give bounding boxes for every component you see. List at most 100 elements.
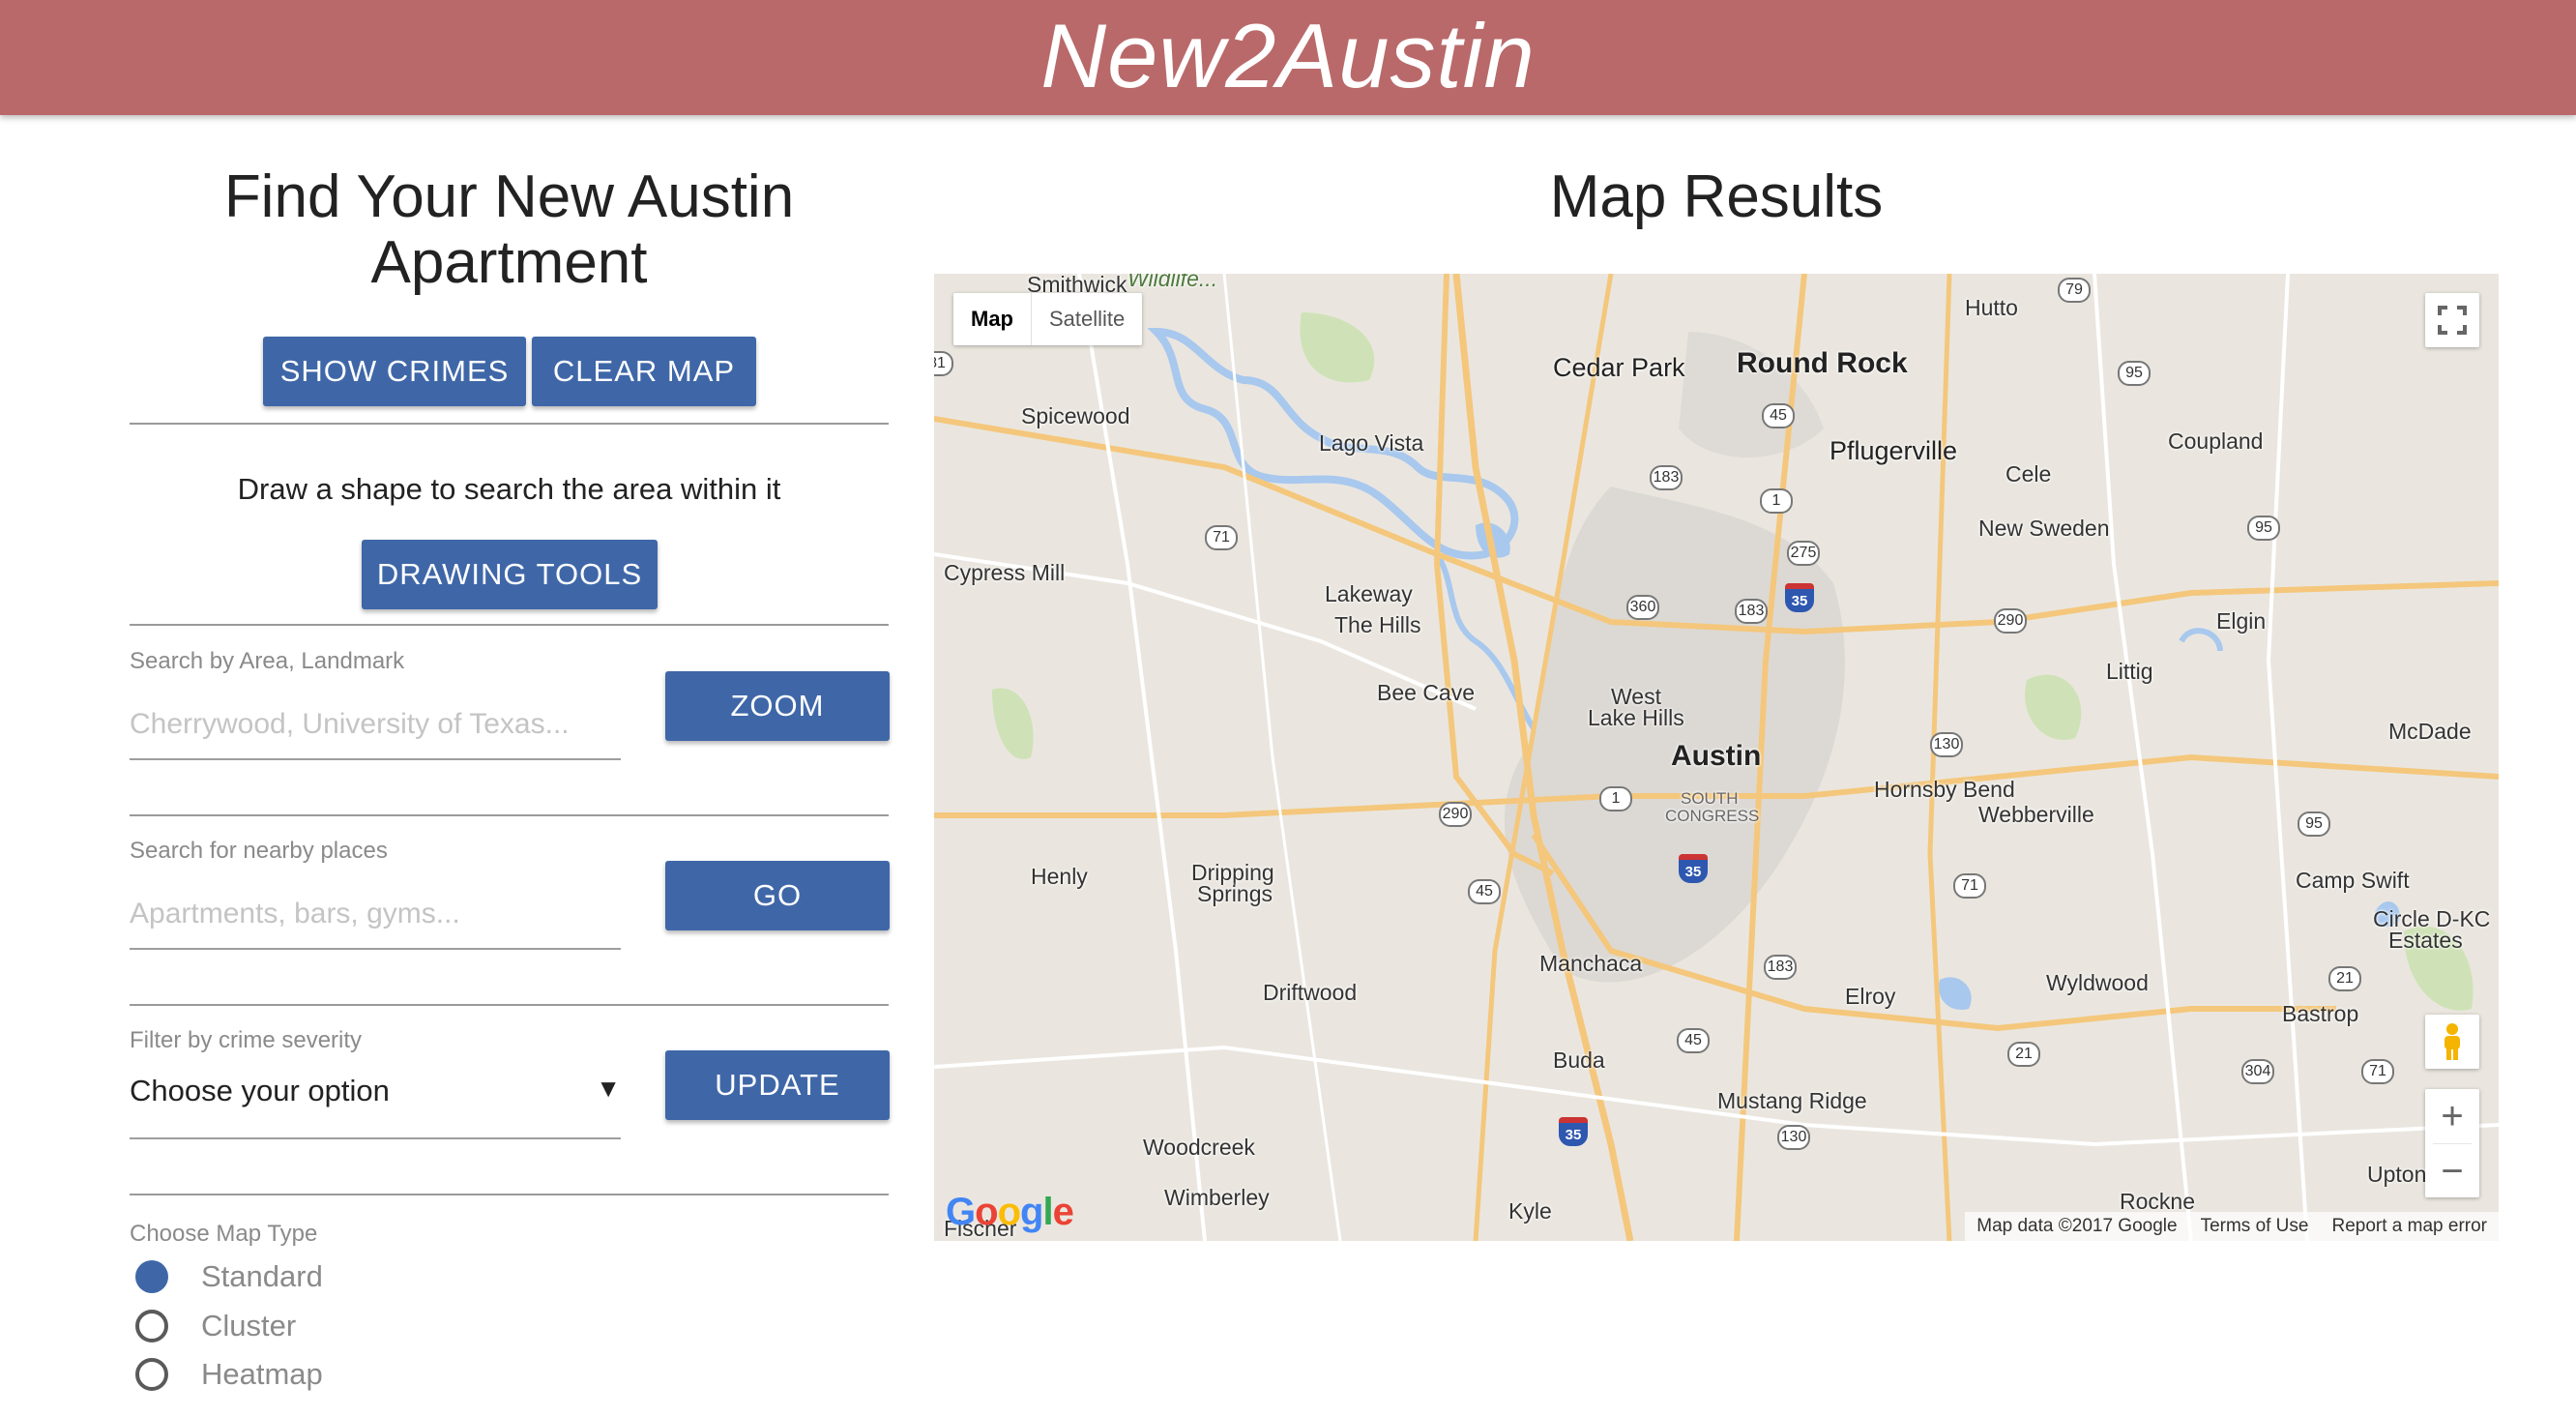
app-title: New2Austin [1040,5,1536,106]
highway-shield: 275 [1787,541,1820,566]
map-view-button[interactable]: Map [953,293,1032,345]
highway-shield: 1 [1760,488,1793,514]
fullscreen-button[interactable] [2425,293,2479,347]
map-label: Spicewood [1021,403,1130,428]
map-type-label: Choose Map Type [130,1221,318,1247]
divider [130,1004,889,1006]
map-label: Springs [1197,881,1273,906]
map-label: Webberville [1978,802,2094,827]
map-label: Manchaca [1539,951,1643,976]
map-label: Elgin [2216,608,2267,634]
radio-unselected-icon [135,1310,168,1342]
crime-severity-select[interactable]: Choose your option ▼ [130,1064,621,1139]
crime-filter-label: Filter by crime severity [130,1027,363,1053]
app-header: New2Austin [0,0,2576,115]
map-label: Wimberley [1164,1185,1270,1210]
map-label: Woodcreek [1143,1135,1255,1160]
map-label: Austin [1671,740,1762,772]
highway-shield: 95 [2298,811,2330,837]
map-type-standard-radio[interactable]: Standard [135,1259,323,1294]
map-label: Mustang Ridge [1717,1088,1867,1113]
map-type-standard-label: Standard [201,1259,323,1293]
map-attribution-bar: Map data ©2017 Google Terms of Use Repor… [1965,1212,2499,1241]
highway-shield: 79 [2058,278,2091,303]
show-crimes-button[interactable]: SHOW CRIMES [263,337,526,406]
area-search-label: Search by Area, Landmark [130,648,405,674]
highway-shield: 21 [2007,1042,2040,1067]
search-panel-title-line1: Find Your New Austin [223,163,795,230]
highway-shield: 21 [2328,966,2361,991]
highway-shield: 1 [1599,786,1632,811]
clear-map-button[interactable]: CLEAR MAP [532,337,756,406]
interstate-shield: 35 [1679,854,1708,883]
go-button[interactable]: GO [665,861,890,930]
highway-shield: 130 [1930,732,1963,757]
map-label: Driftwood [1263,980,1358,1005]
zoom-in-button[interactable]: + [2425,1089,2479,1143]
map-canvas[interactable]: Wildlife... Smithwick Cedar Park Round R… [934,274,2499,1241]
map-label: Wyldwood [2046,970,2149,995]
map-label: Wildlife... [1127,274,1218,291]
highway-shield: 360 [1626,595,1659,620]
map-label: Cedar Park [1553,353,1685,382]
report-map-error-link[interactable]: Report a map error [2320,1212,2499,1241]
highway-shield: 45 [1677,1028,1710,1053]
map-type-control: Map Satellite [953,293,1143,345]
map-label: Lake Hills [1588,705,1684,730]
highway-shield: 183 [1650,465,1683,490]
map-data-attribution: Map data ©2017 Google [1976,1216,2178,1236]
zoom-out-button[interactable]: − [2425,1144,2479,1198]
divider [130,1194,889,1195]
zoom-button[interactable]: ZOOM [665,671,890,741]
interstate-shield: 35 [1785,583,1814,612]
street-view-pegman[interactable] [2425,1015,2479,1069]
highway-shield: 183 [1764,955,1797,980]
highway-shield: 95 [2247,516,2280,541]
map-type-cluster-label: Cluster [201,1309,297,1342]
map-label: New Sweden [1978,516,2110,541]
map-label: Upton [2367,1162,2427,1187]
highway-shield: 45 [1468,879,1501,904]
area-search-input[interactable] [130,691,621,760]
map-label: Cypress Mill [944,560,1066,585]
map-results-title: Map Results [1549,163,1884,230]
map-label: Elroy [1845,984,1896,1009]
map-label: McDade [2388,719,2472,744]
highway-shield: 290 [1994,608,2027,634]
map-label: Round Rock [1737,347,1908,379]
highway-shield: 290 [1439,802,1472,827]
draw-caption: Draw a shape to search the area within i… [237,472,781,506]
crime-severity-selected: Choose your option [130,1074,390,1107]
search-panel-title-line2: Apartment [370,229,648,296]
map-label: Cele [2005,461,2052,487]
drawing-tools-button[interactable]: DRAWING TOOLS [362,540,658,609]
highway-shield: 183 [1735,599,1768,624]
terms-of-use-link[interactable]: Terms of Use [2189,1212,2321,1241]
highway-shield: 71 [2361,1059,2394,1084]
nearby-search-label: Search for nearby places [130,838,388,864]
google-logo: Google [946,1191,1074,1233]
map-label: Hutto [1965,295,2018,320]
highway-shield: 45 [1762,403,1795,428]
map-label: Bastrop [2282,1001,2359,1026]
divider [130,814,889,816]
map-label: Bee Cave [1377,680,1476,705]
satellite-view-button[interactable]: Satellite [1032,293,1142,345]
map-type-cluster-radio[interactable]: Cluster [135,1309,296,1343]
map-label: Littig [2106,659,2153,684]
map-label: Buda [1553,1047,1605,1073]
map-label: Pflugerville [1830,436,1958,465]
interstate-shield: 35 [1559,1117,1588,1146]
map-type-heatmap-radio[interactable]: Heatmap [135,1357,323,1392]
update-button[interactable]: UPDATE [665,1050,890,1120]
divider [130,423,889,425]
highway-shield: 71 [1953,873,1986,899]
map-label: Coupland [2168,428,2264,454]
map-label: CONGRESS [1665,807,1760,825]
caret-down-icon: ▼ [596,1074,621,1103]
map-label: Henly [1031,864,1088,889]
map-label: The Hills [1334,612,1421,637]
nearby-search-input[interactable] [130,880,621,950]
radio-selected-icon [135,1260,168,1293]
map-label: Kyle [1508,1198,1552,1224]
